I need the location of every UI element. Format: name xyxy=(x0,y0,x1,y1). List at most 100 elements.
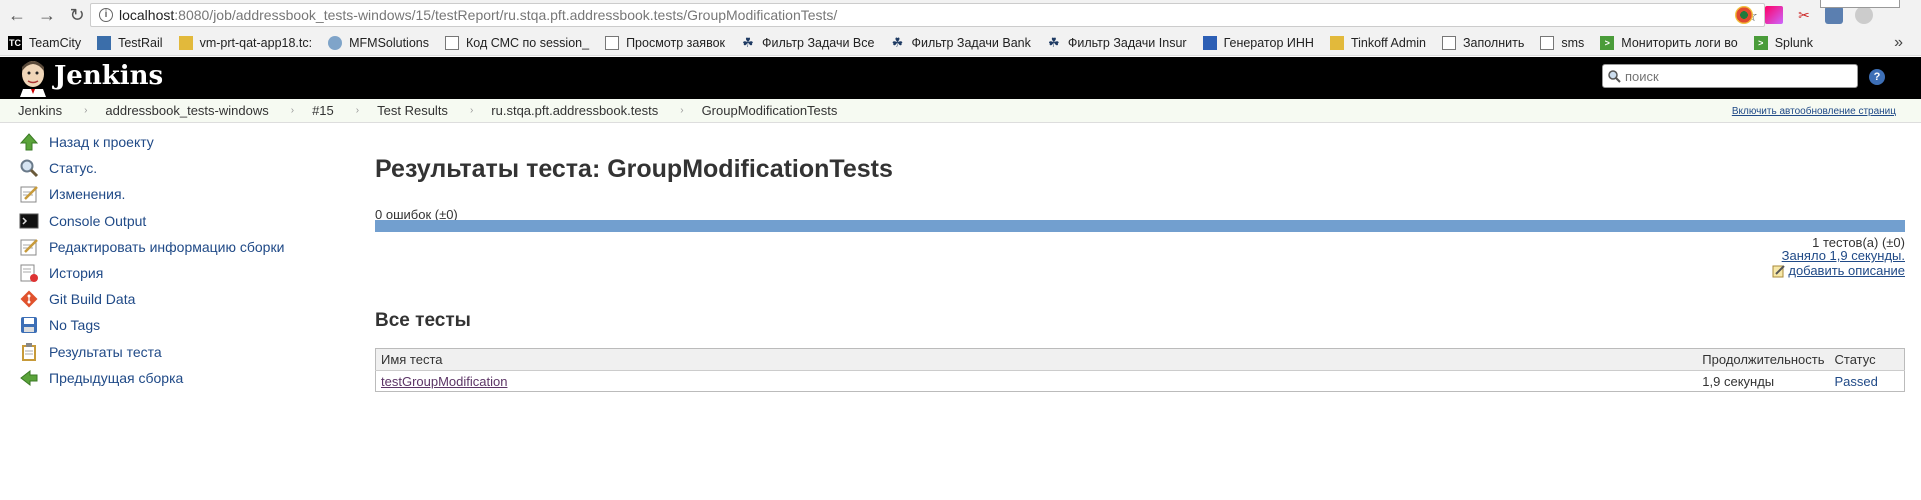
bookmark-item[interactable]: Генератор ИНН xyxy=(1195,30,1322,56)
jira-icon: ☘ xyxy=(742,34,754,50)
side-task-link[interactable]: Результаты теста xyxy=(49,344,162,360)
bookmark-label: Фильтр Задачи Insur xyxy=(1067,35,1187,50)
up-arrow-icon xyxy=(18,131,40,153)
bookmark-label: Фильтр Задачи Bank xyxy=(911,35,1031,50)
side-task-link[interactable]: Статус. xyxy=(49,160,97,176)
bookmark-item[interactable]: TestRail xyxy=(89,30,170,56)
tooltip xyxy=(1820,0,1900,8)
page-icon xyxy=(605,35,620,50)
bookmark-item[interactable]: ☘ Фильтр Задачи Все xyxy=(733,30,882,56)
search-box[interactable] xyxy=(1602,64,1858,88)
clipboard-icon xyxy=(18,341,40,363)
bookmark-label: Tinkoff Admin xyxy=(1350,35,1426,50)
side-task-item[interactable]: Редактировать информацию сборки xyxy=(18,235,284,259)
autorefresh-link[interactable]: Включить автообновление страниц xyxy=(1732,106,1896,117)
edit-icon xyxy=(1772,264,1786,277)
jenkins-logo-text[interactable]: Jenkins xyxy=(54,61,163,91)
bookmark-label: Splunk xyxy=(1774,35,1813,50)
side-task-link[interactable]: Git Build Data xyxy=(49,291,135,307)
jira-icon: ☘ xyxy=(1048,34,1060,50)
extension-icon[interactable] xyxy=(1855,6,1873,24)
search-icon xyxy=(1608,70,1621,83)
bookmark-label: Фильтр Задачи Все xyxy=(762,35,875,50)
breadcrumb-item[interactable]: Test Results xyxy=(359,103,448,118)
notepad-icon xyxy=(18,183,40,205)
side-task-item[interactable]: Изменения. xyxy=(18,182,125,206)
side-task-link[interactable]: Назад к проекту xyxy=(49,134,154,150)
add-description-link[interactable]: добавить описание xyxy=(1772,263,1905,278)
bookmark-item[interactable]: vm-prt-qat-app18.tc: xyxy=(171,30,321,56)
bookmark-item[interactable]: ☘ Фильтр Задачи Bank xyxy=(882,30,1038,56)
bookmark-label: Просмотр заявок xyxy=(626,35,725,50)
magnifier-icon xyxy=(18,157,40,179)
all-tests-heading: Все тесты xyxy=(375,310,471,331)
bookmark-item[interactable]: Код СМС по session_ xyxy=(437,30,597,56)
bookmark-item[interactable]: Tinkoff Admin xyxy=(1322,30,1434,56)
add-description-label: добавить описание xyxy=(1788,263,1905,278)
side-task-item[interactable]: Назад к проекту xyxy=(18,130,154,154)
bookmark-item[interactable]: ☘ Фильтр Задачи Insur xyxy=(1039,30,1195,56)
side-task-item[interactable]: No Tags xyxy=(18,313,100,337)
jenkins-header: Jenkins ? xyxy=(0,57,1921,99)
side-task-item[interactable]: Результаты теста xyxy=(18,340,162,364)
terminal-icon xyxy=(18,210,40,232)
bookmark-item[interactable]: Просмотр заявок xyxy=(597,30,733,56)
side-task-link[interactable]: No Tags xyxy=(49,317,100,333)
arrow-icon: > xyxy=(1753,35,1768,50)
column-test-name[interactable]: Имя теста xyxy=(375,348,1698,371)
side-task-link[interactable]: История xyxy=(49,265,103,281)
arrow-icon: > xyxy=(1600,35,1615,50)
breadcrumb-item[interactable]: GroupModificationTests xyxy=(684,103,838,118)
bookmarks-more-icon[interactable]: » xyxy=(1894,30,1903,56)
git-icon xyxy=(18,288,40,310)
test-name-cell: testGroupModification xyxy=(376,371,1698,392)
breadcrumb-item[interactable]: addressbook_tests-windows xyxy=(87,103,268,118)
scissors-extension-icon[interactable]: ✂ xyxy=(1795,6,1813,24)
bookmark-item[interactable]: > Splunk xyxy=(1746,30,1821,56)
extension-icon[interactable] xyxy=(1825,6,1843,24)
reload-icon[interactable]: ↻ xyxy=(64,2,90,28)
bookmark-item[interactable]: MFMSolutions xyxy=(320,30,437,56)
history-icon xyxy=(18,262,40,284)
took-link[interactable]: Заняло 1,9 секунды. xyxy=(1782,248,1905,263)
jira-icon: ☘ xyxy=(891,34,904,50)
side-task-link[interactable]: Изменения. xyxy=(49,186,125,202)
side-task-item[interactable]: История xyxy=(18,261,103,285)
side-task-link[interactable]: Console Output xyxy=(49,213,146,229)
column-duration[interactable]: Продолжительность xyxy=(1697,348,1830,371)
tests-table: Имя теста Продолжительность Статус testG… xyxy=(375,348,1905,392)
jenkins-butler-icon[interactable] xyxy=(18,59,48,97)
testrail-icon xyxy=(97,35,112,50)
side-task-item[interactable]: Console Output xyxy=(18,209,146,233)
table-header-row: Имя теста Продолжительность Статус xyxy=(375,348,1905,371)
bookmark-item[interactable]: TC TeamCity xyxy=(0,30,89,56)
extension-icons: ✂ xyxy=(1735,6,1873,24)
bookmark-label: Генератор ИНН xyxy=(1223,35,1314,50)
side-task-link[interactable]: Предыдущая сборка xyxy=(49,370,183,386)
colorpicker-extension-icon[interactable] xyxy=(1765,6,1783,24)
side-task-item[interactable]: Статус. xyxy=(18,156,97,180)
address-bar[interactable]: i localhost:8080/job/addressbook_tests-w… xyxy=(90,3,1765,27)
chrome-extension-icon[interactable] xyxy=(1735,6,1753,24)
left-arrow-icon xyxy=(18,367,40,389)
breadcrumb-item[interactable]: #15 xyxy=(294,103,334,118)
bookmark-item[interactable]: sms xyxy=(1532,30,1592,56)
breadcrumb-item[interactable]: ru.stqa.pft.addressbook.tests xyxy=(473,103,658,118)
test-name-link[interactable]: testGroupModification xyxy=(381,374,507,389)
forward-icon[interactable]: → xyxy=(34,2,60,28)
status-cell: Passed xyxy=(1834,373,1878,389)
breadcrumb-item[interactable]: Jenkins xyxy=(0,103,62,118)
column-status[interactable]: Статус xyxy=(1829,348,1905,371)
back-icon[interactable]: ← xyxy=(4,2,30,28)
side-task-item[interactable]: Git Build Data xyxy=(18,287,135,311)
test-result-bar xyxy=(375,220,1905,232)
search-input[interactable] xyxy=(1625,68,1845,84)
info-icon[interactable]: i xyxy=(99,8,113,22)
help-icon[interactable]: ? xyxy=(1869,69,1885,85)
bookmark-item[interactable]: > Мониторить логи во xyxy=(1592,30,1745,56)
side-task-link[interactable]: Редактировать информацию сборки xyxy=(49,239,284,255)
browser-toolbar: ← → ↻ i localhost:8080/job/addressbook_t… xyxy=(0,0,1921,30)
folder-icon xyxy=(1329,35,1344,50)
bookmark-item[interactable]: Заполнить xyxy=(1434,30,1532,56)
side-task-item[interactable]: Предыдущая сборка xyxy=(18,366,183,390)
